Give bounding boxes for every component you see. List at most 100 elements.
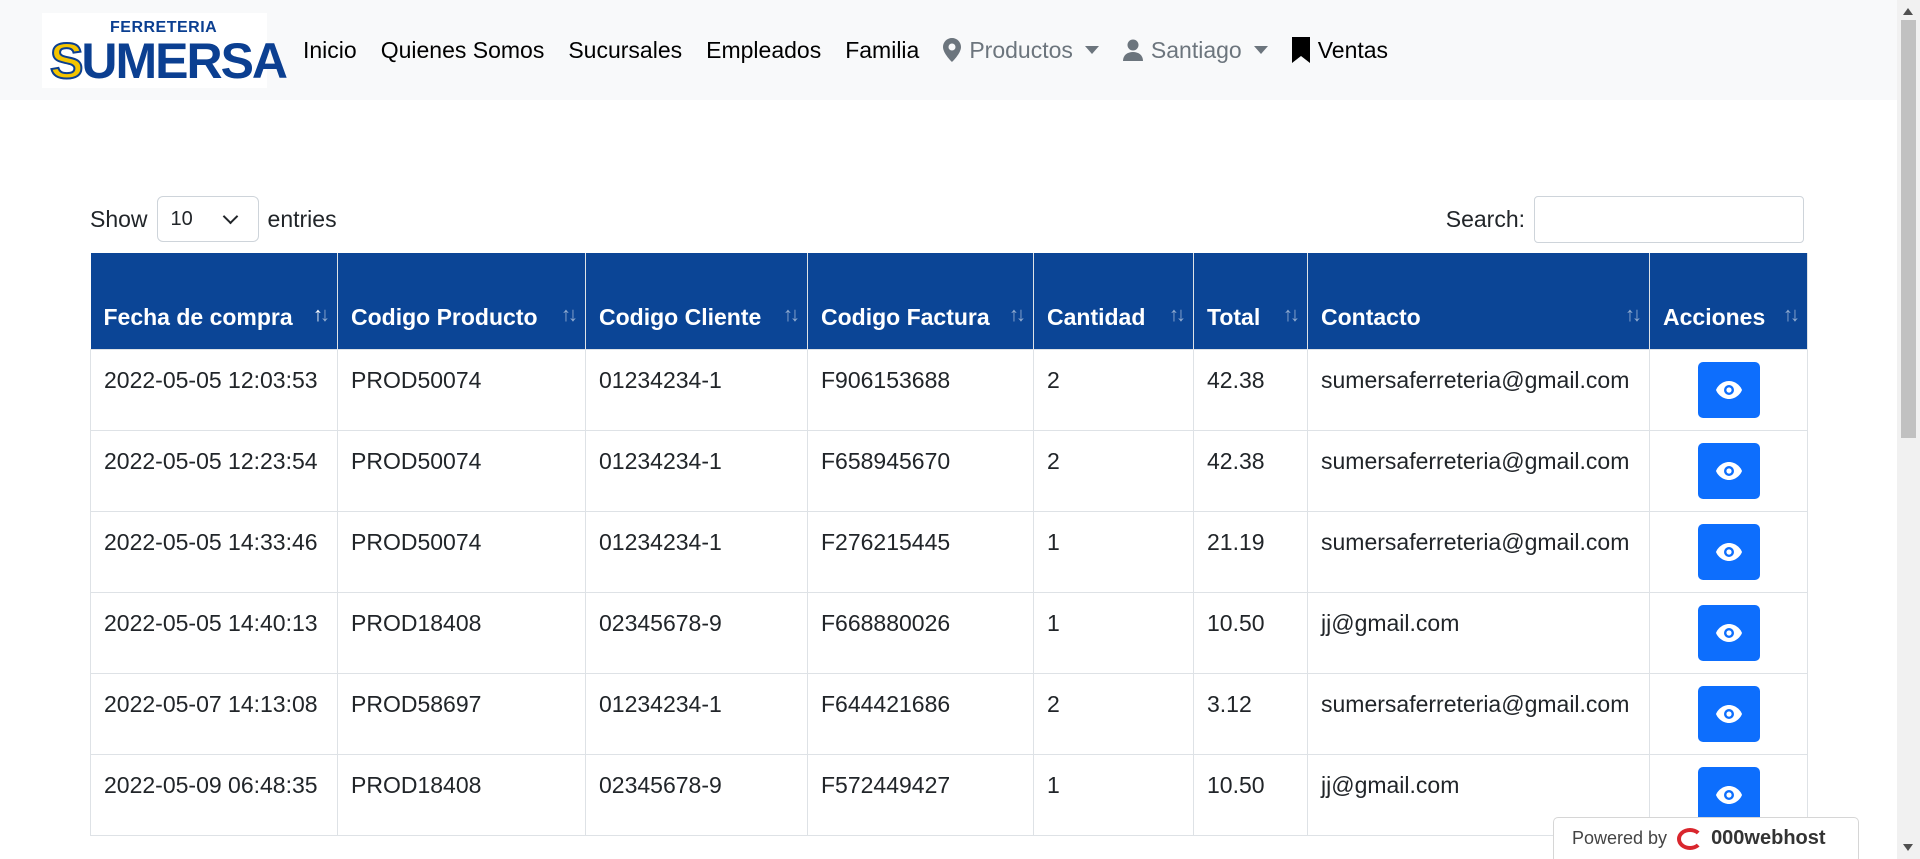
nav-sucursales[interactable]: Sucursales [568, 37, 682, 64]
scrollbar-thumb[interactable] [1901, 20, 1916, 438]
entries-label: entries [267, 205, 337, 232]
table-row: 2022-05-05 14:40:13 PROD18408 02345678-9 F6… [90, 591, 1808, 674]
eye-icon [1716, 380, 1742, 399]
table-row: 2022-05-09 06:48:35 PROD18408 02345678-9 F5… [90, 753, 1808, 836]
nav-user-label: Santiago [1150, 36, 1242, 63]
nav-user-dropdown[interactable]: Santiago [1122, 36, 1268, 64]
sort-arrows-icon: ↑↓ [783, 303, 800, 326]
table-cell: PROD18408 [337, 591, 586, 674]
table-cell: 1 [1033, 591, 1194, 674]
nav-productos-label: Productos [969, 36, 1073, 63]
table-row: 2022-05-05 12:23:54 PROD50074 01234234-1 F6… [90, 429, 1808, 512]
column-header[interactable]: Codigo Cliente ↑↓ [585, 253, 808, 349]
table-cell: 10.50 [1193, 753, 1308, 836]
table-row: 2022-05-05 14:33:46 PROD50074 01234234-1 F2… [90, 510, 1808, 593]
page-scrollbar[interactable] [1897, 0, 1920, 859]
actions-cell [1649, 510, 1808, 593]
table-row: 2022-05-05 12:03:53 PROD50074 01234234-1 F9… [90, 348, 1808, 431]
table-cell: 10.50 [1193, 591, 1308, 674]
view-button[interactable] [1698, 766, 1760, 823]
table-cell: sumersaferreteria@gmail.com [1307, 348, 1650, 431]
table-cell: 01234234-1 [585, 510, 808, 593]
table-cell: F644421686 [807, 672, 1034, 755]
sort-arrows-icon: ↑↓ [313, 303, 330, 326]
bookmark-icon [1291, 37, 1310, 63]
nav-ventas[interactable]: Ventas [1291, 37, 1388, 64]
table-cell: PROD50074 [337, 348, 586, 431]
table-cell: 1 [1033, 510, 1194, 593]
entries-control: Show 10 entries [90, 195, 337, 243]
nav-quienes-somos[interactable]: Quienes Somos [381, 37, 545, 64]
view-button[interactable] [1698, 361, 1760, 418]
nav-productos-dropdown[interactable]: Productos [943, 37, 1099, 64]
webhost-brand: 000webhost [1711, 827, 1826, 849]
chevron-down-icon [1253, 46, 1268, 54]
sort-arrows-icon: ↑↓ [1625, 303, 1642, 326]
table-cell: sumersaferreteria@gmail.com [1307, 429, 1650, 512]
search-label: Search: [1445, 205, 1525, 232]
show-label: Show [90, 205, 148, 232]
actions-cell [1649, 591, 1808, 674]
table-cell: PROD18408 [337, 753, 586, 836]
sort-arrows-icon: ↑↓ [1169, 303, 1186, 326]
table-cell: 1 [1033, 753, 1194, 836]
table-cell: F658945670 [807, 429, 1034, 512]
view-button[interactable] [1698, 604, 1760, 661]
table-cell: 42.38 [1193, 348, 1308, 431]
nav-empleados[interactable]: Empleados [706, 37, 821, 64]
column-header[interactable]: Total ↑↓ [1193, 253, 1308, 349]
table-cell: 3.12 [1193, 672, 1308, 755]
column-header[interactable]: Contacto ↑↓ [1307, 253, 1650, 349]
column-header-label: Codigo Cliente [599, 303, 762, 330]
brand-logo[interactable]: FERRETERIA SUMERSA [42, 13, 288, 88]
chevron-down-icon [222, 208, 238, 225]
column-header-label: Cantidad [1047, 303, 1146, 330]
table-cell: 21.19 [1193, 510, 1308, 593]
table-cell: 01234234-1 [585, 672, 808, 755]
column-header-label: Codigo Factura [821, 303, 990, 330]
webhost-logo-icon [1677, 827, 1704, 850]
scroll-up-icon[interactable] [1903, 8, 1913, 15]
column-header-label: Acciones [1663, 303, 1766, 330]
sort-arrows-icon: ↑↓ [1009, 303, 1026, 326]
eye-icon [1716, 623, 1742, 642]
entries-select[interactable]: 10 [156, 196, 259, 242]
nav-familia[interactable]: Familia [845, 37, 919, 64]
view-button[interactable] [1698, 685, 1760, 742]
eye-icon [1716, 785, 1742, 804]
table-cell: 2022-05-05 14:40:13 [90, 591, 338, 674]
table-cell: 02345678-9 [585, 753, 808, 836]
column-header[interactable]: Codigo Producto ↑↓ [337, 253, 586, 349]
scroll-down-icon[interactable] [1903, 844, 1913, 851]
table-cell: 01234234-1 [585, 429, 808, 512]
table-controls: Show 10 entries Search: [90, 195, 1804, 243]
sort-arrows-icon: ↑↓ [1283, 303, 1300, 326]
view-button[interactable] [1698, 523, 1760, 580]
view-button[interactable] [1698, 442, 1760, 499]
column-header[interactable]: Cantidad ↑↓ [1033, 253, 1194, 349]
table-cell: 2 [1033, 429, 1194, 512]
powered-by-label: Powered by [1572, 828, 1668, 848]
column-header-label: Codigo Producto [351, 303, 538, 330]
nav-menu: Inicio Quienes Somos Sucursales Empleado… [303, 0, 1412, 100]
chevron-down-icon [1084, 46, 1099, 54]
column-header[interactable]: Acciones ↑↓ [1649, 253, 1808, 349]
actions-cell [1649, 348, 1808, 431]
table-cell: 2 [1033, 348, 1194, 431]
table-cell: 2022-05-07 14:13:08 [90, 672, 338, 755]
table-cell: sumersaferreteria@gmail.com [1307, 510, 1650, 593]
eye-icon [1716, 461, 1742, 480]
column-header[interactable]: Codigo Factura ↑↓ [807, 253, 1034, 349]
table-row: 2022-05-07 14:13:08 PROD58697 01234234-1 F6… [90, 672, 1808, 755]
table-cell: 2022-05-05 12:03:53 [90, 348, 338, 431]
nav-inicio[interactable]: Inicio [303, 37, 357, 64]
navbar: FERRETERIA SUMERSA Inicio Quienes Somos … [0, 0, 1897, 100]
eye-icon [1716, 542, 1742, 561]
column-header[interactable]: Fecha de compra ↑↓ [90, 253, 338, 349]
search-input[interactable] [1534, 195, 1804, 243]
brand-name: SUMERSA [49, 33, 288, 89]
table-cell: 02345678-9 [585, 591, 808, 674]
powered-by-badge[interactable]: Powered by 000webhost [1553, 817, 1859, 859]
actions-cell [1649, 672, 1808, 755]
sort-arrows-icon: ↑↓ [561, 303, 578, 326]
